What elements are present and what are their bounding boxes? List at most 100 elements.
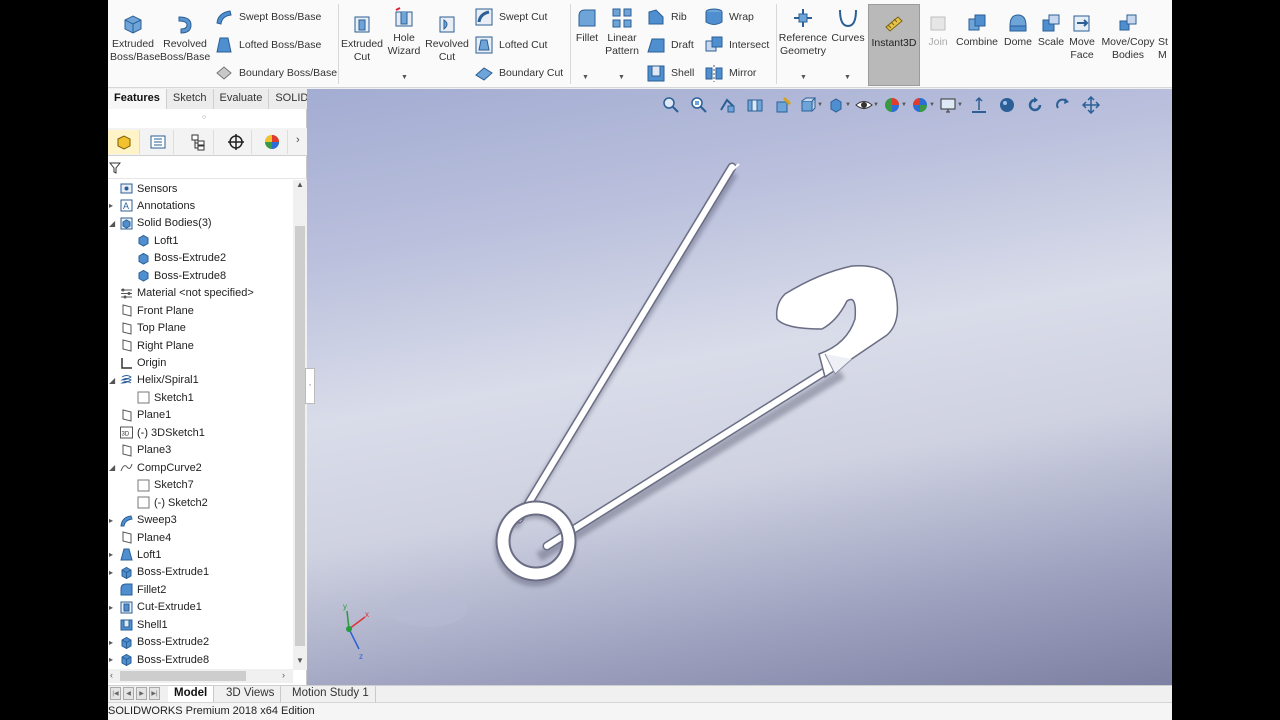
hole-wizard-button[interactable]: Hole Wizard [384, 6, 424, 58]
dome-button[interactable]: Dome [1002, 12, 1034, 49]
graphics-area[interactable]: x y z ▼ ▼ ▼ ▼ ▼ ▼ [307, 89, 1172, 685]
boundary-boss-button[interactable]: Boundary Boss/Base [214, 61, 337, 85]
scale-button[interactable]: Scale [1036, 12, 1066, 49]
extruded-boss-button[interactable]: Extruded Boss/Base [110, 12, 160, 64]
tree-item[interactable]: (-) Sketch2 [137, 494, 208, 511]
extruded-cut-button[interactable]: Extruded Cut [340, 12, 384, 64]
tab-3d-views[interactable]: 3D Views [220, 686, 282, 702]
reference-geometry-dropdown[interactable]: ▼ [800, 74, 807, 81]
lofted-cut-button[interactable]: Lofted Cut [474, 33, 547, 57]
fillet-button[interactable]: Fillet [572, 6, 602, 45]
intersect-button[interactable]: Intersect [704, 33, 769, 57]
scroll-left-icon[interactable]: ‹ [110, 670, 113, 680]
realview-button[interactable] [993, 93, 1021, 117]
instant3d-button[interactable]: Instant3D [868, 4, 920, 86]
tree-item[interactable]: ◢ Solid Bodies(3) [109, 215, 212, 232]
linear-pattern-dropdown[interactable]: ▼ [618, 74, 625, 81]
revolved-boss-button[interactable]: Revolved Boss/Base [160, 12, 210, 64]
tree-item[interactable]: Sketch7 [137, 477, 194, 494]
roll-view-button[interactable] [1049, 93, 1077, 117]
display-manager-tab[interactable] [256, 130, 288, 154]
last-tab-icon[interactable]: ▶| [149, 687, 160, 700]
fillet-dropdown[interactable]: ▼ [582, 74, 589, 81]
display-style-button[interactable]: ▼ [825, 93, 853, 117]
pan-button[interactable] [1077, 93, 1105, 117]
property-manager-tab[interactable] [142, 130, 174, 154]
tab-features[interactable]: Features [108, 89, 167, 109]
rib-button[interactable]: Rib [646, 5, 687, 29]
expand-arrow-icon[interactable]: ▸ [109, 655, 113, 664]
tab-sketch[interactable]: Sketch [166, 89, 214, 109]
panel-collapse-handle[interactable]: ◦ [305, 368, 315, 404]
configuration-manager-tab[interactable] [182, 130, 214, 154]
tab-evaluate[interactable]: Evaluate [213, 89, 270, 109]
feature-manager-tab[interactable] [108, 130, 140, 154]
zoom-to-fit-button[interactable] [657, 93, 685, 117]
swept-boss-button[interactable]: Swept Boss/Base [214, 5, 321, 29]
expand-arrow-icon[interactable]: ▸ [109, 516, 113, 525]
tree-item[interactable]: ▸ Loft1 [109, 546, 161, 563]
revolved-cut-button[interactable]: Revolved Cut [424, 12, 470, 64]
collapse-arrow-icon[interactable]: ◢ [109, 463, 115, 472]
next-tab-icon[interactable]: ▶ [136, 687, 147, 700]
hide-show-items-button[interactable]: ▼ [853, 93, 881, 117]
wrap-button[interactable]: Wrap [704, 5, 754, 29]
panel-splitter-dot-icon[interactable]: ○ [202, 114, 206, 121]
tree-item[interactable]: Front Plane [120, 302, 194, 319]
tree-vertical-scrollbar[interactable]: ▲ ▼ [293, 180, 307, 670]
tree-item[interactable]: ◢ CompCurve2 [109, 459, 202, 476]
swept-cut-button[interactable]: Swept Cut [474, 5, 547, 29]
curves-button[interactable]: Curves [830, 6, 866, 45]
hole-wizard-dropdown[interactable]: ▼ [401, 74, 408, 81]
tree-item[interactable]: ▸ Boss-Extrude8 [109, 651, 209, 668]
tree-item[interactable]: ▸ Boss-Extrude2 [109, 634, 209, 651]
tree-item[interactable]: ◢ Helix/Spiral1 [109, 372, 199, 389]
dimxpert-tab[interactable] [220, 130, 252, 154]
tree-item[interactable]: Sketch1 [137, 389, 194, 406]
linear-pattern-button[interactable]: Linear Pattern [604, 6, 640, 58]
dynamic-annotation-button[interactable] [769, 93, 797, 117]
move-copy-bodies-button[interactable]: Move/Copy Bodies [1100, 12, 1156, 62]
reference-geometry-button[interactable]: Reference Geometry [778, 6, 828, 58]
expand-arrow-icon[interactable]: ▸ [109, 201, 113, 210]
tree-item[interactable]: Plane1 [120, 407, 171, 424]
tree-item[interactable]: Origin [120, 355, 166, 372]
tree-item[interactable]: Boss-Extrude8 [137, 267, 226, 284]
join-button[interactable]: Join [926, 12, 950, 49]
lofted-boss-button[interactable]: Lofted Boss/Base [214, 33, 321, 57]
collapse-arrow-icon[interactable]: ◢ [109, 219, 115, 228]
move-face-button[interactable]: Move Face [1066, 12, 1098, 62]
rotate-view-button[interactable] [1021, 93, 1049, 117]
mirror-button[interactable]: Mirror [704, 61, 756, 85]
previous-view-button[interactable] [713, 93, 741, 117]
tree-item[interactable]: Sensors [120, 180, 177, 197]
vertical-scroll-thumb[interactable] [295, 226, 305, 646]
expand-arrow-icon[interactable]: ▸ [109, 550, 113, 559]
tree-item[interactable]: Top Plane [120, 320, 186, 337]
tree-filter-bar[interactable] [108, 157, 307, 179]
zoom-to-area-button[interactable] [685, 93, 713, 117]
scroll-right-icon[interactable]: › [282, 670, 285, 680]
tree-item[interactable]: ▸ Sweep3 [109, 512, 177, 529]
tree-item[interactable]: Loft1 [137, 232, 178, 249]
safety-pin-model[interactable]: x y z [307, 89, 1172, 685]
previous-tab-icon[interactable]: ◀ [123, 687, 134, 700]
chevron-right-icon[interactable]: › [296, 134, 300, 146]
tree-item[interactable]: Boss-Extrude2 [137, 250, 226, 267]
boundary-cut-button[interactable]: Boundary Cut [474, 61, 563, 85]
overflow-button[interactable]: St M [1158, 36, 1172, 62]
draft-button[interactable]: Draft [646, 33, 694, 57]
apply-scene-button[interactable]: ▼ [909, 93, 937, 117]
normal-to-button[interactable] [965, 93, 993, 117]
curves-dropdown[interactable]: ▼ [844, 74, 851, 81]
tree-item[interactable]: Shell1 [120, 616, 168, 633]
scroll-up-icon[interactable]: ▲ [296, 180, 304, 189]
tree-item[interactable]: ▸ Cut-Extrude1 [109, 599, 202, 616]
tree-item[interactable]: 3D (-) 3DSketch1 [120, 424, 205, 441]
scroll-down-icon[interactable]: ▼ [296, 656, 304, 665]
view-settings-button[interactable]: ▼ [937, 93, 965, 117]
tree-item[interactable]: ▸ Boss-Extrude1 [109, 564, 209, 581]
horizontal-scroll-thumb[interactable] [120, 671, 246, 681]
expand-arrow-icon[interactable]: ▸ [109, 638, 113, 647]
tree-item[interactable]: ▸ A Annotations [109, 197, 195, 214]
